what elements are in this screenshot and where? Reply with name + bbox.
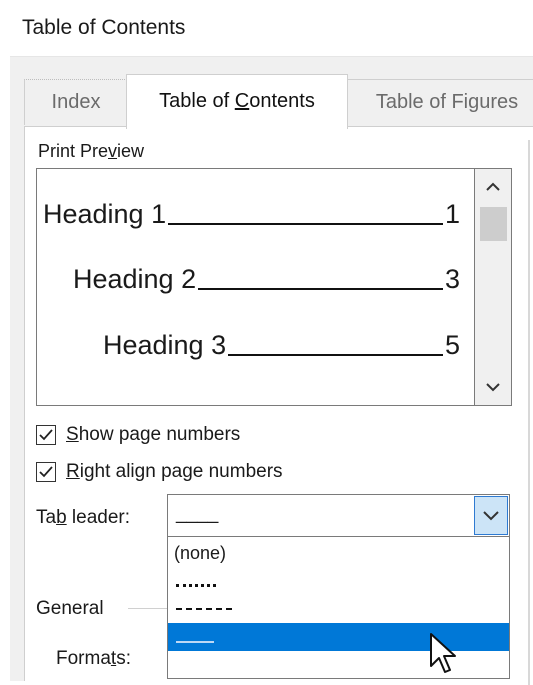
- panel-divider: [528, 140, 530, 685]
- checkbox-label: how page numbers: [78, 424, 241, 445]
- mouse-pointer-icon: [428, 632, 460, 681]
- tab-leader-label-post: leader:: [66, 507, 131, 528]
- tab-leader-label: Tab leader:: [36, 507, 130, 529]
- checkbox-accesskey: S: [66, 424, 79, 445]
- chevron-down-icon[interactable]: [474, 496, 508, 535]
- checkbox-checked-icon[interactable]: [36, 462, 56, 482]
- toc-entry: Heading 3 5: [103, 330, 460, 361]
- toc-page-number: 5: [444, 330, 460, 360]
- chevron-up-icon[interactable]: [475, 173, 511, 201]
- print-preview-accesskey: v: [108, 141, 118, 161]
- toc-entry: Heading 2 3: [73, 264, 460, 295]
- checkbox-accesskey: R: [66, 461, 80, 482]
- tab-leader-accesskey: b: [56, 507, 67, 528]
- toc-leader-line: [198, 287, 443, 290]
- toc-entry: Heading 1 1: [43, 199, 460, 230]
- scrollbar-thumb[interactable]: [480, 207, 507, 241]
- toc-leader-line: [228, 353, 443, 356]
- print-preview-box: Heading 1 1 Heading 2 3 Heading 3 5: [36, 168, 475, 406]
- print-preview-label-pre: Print Pre: [38, 141, 109, 161]
- tab-leader-select[interactable]: ____: [167, 494, 510, 537]
- formats-label: Formats:: [56, 648, 131, 670]
- tab-label-accesskey: C: [234, 90, 250, 112]
- toc-page-number: 1: [444, 199, 460, 229]
- tab-table-of-figures[interactable]: Table of Figures: [347, 79, 533, 125]
- tab-leader-label-pre: Ta: [36, 507, 57, 528]
- dropdown-option-dashes[interactable]: [168, 594, 509, 622]
- toc-page-number: 3: [444, 264, 460, 294]
- general-group-label: General: [36, 598, 108, 620]
- dotted-leader-sample: [176, 584, 216, 587]
- checkbox-checked-icon[interactable]: [36, 425, 56, 445]
- tab-label-pre: Table of: [159, 90, 235, 112]
- group-divider: [128, 608, 167, 609]
- toc-heading: Heading 1: [43, 199, 167, 229]
- tab-label-post: ontents: [249, 90, 315, 112]
- right-align-page-numbers-checkbox[interactable]: Right align page numbers: [36, 460, 283, 484]
- preview-scrollbar[interactable]: [475, 168, 512, 406]
- tab-index[interactable]: Index: [24, 79, 127, 125]
- print-preview-label-post: iew: [117, 141, 145, 161]
- tab-leader-selected-value: ____: [176, 503, 219, 524]
- toc-heading: Heading 2: [73, 264, 197, 294]
- formats-label-post: s:: [116, 648, 131, 669]
- dropdown-option-dots[interactable]: [168, 567, 509, 595]
- print-preview-label: Print Preview: [38, 141, 144, 162]
- checkbox-label: ight align page numbers: [79, 461, 283, 482]
- chevron-down-icon[interactable]: [475, 373, 511, 401]
- toc-leader-line: [168, 222, 443, 225]
- show-page-numbers-checkbox[interactable]: Show page numbers: [36, 423, 240, 447]
- dialog-title: Table of Contents: [22, 16, 186, 39]
- dashed-leader-sample: [176, 608, 232, 610]
- formats-label-pre: Forma: [56, 648, 111, 669]
- toc-heading: Heading 3: [103, 330, 227, 360]
- dropdown-option-none[interactable]: (none): [168, 539, 509, 567]
- solid-leader-sample: [176, 641, 214, 643]
- tab-table-of-contents[interactable]: Table of Contents: [126, 74, 348, 129]
